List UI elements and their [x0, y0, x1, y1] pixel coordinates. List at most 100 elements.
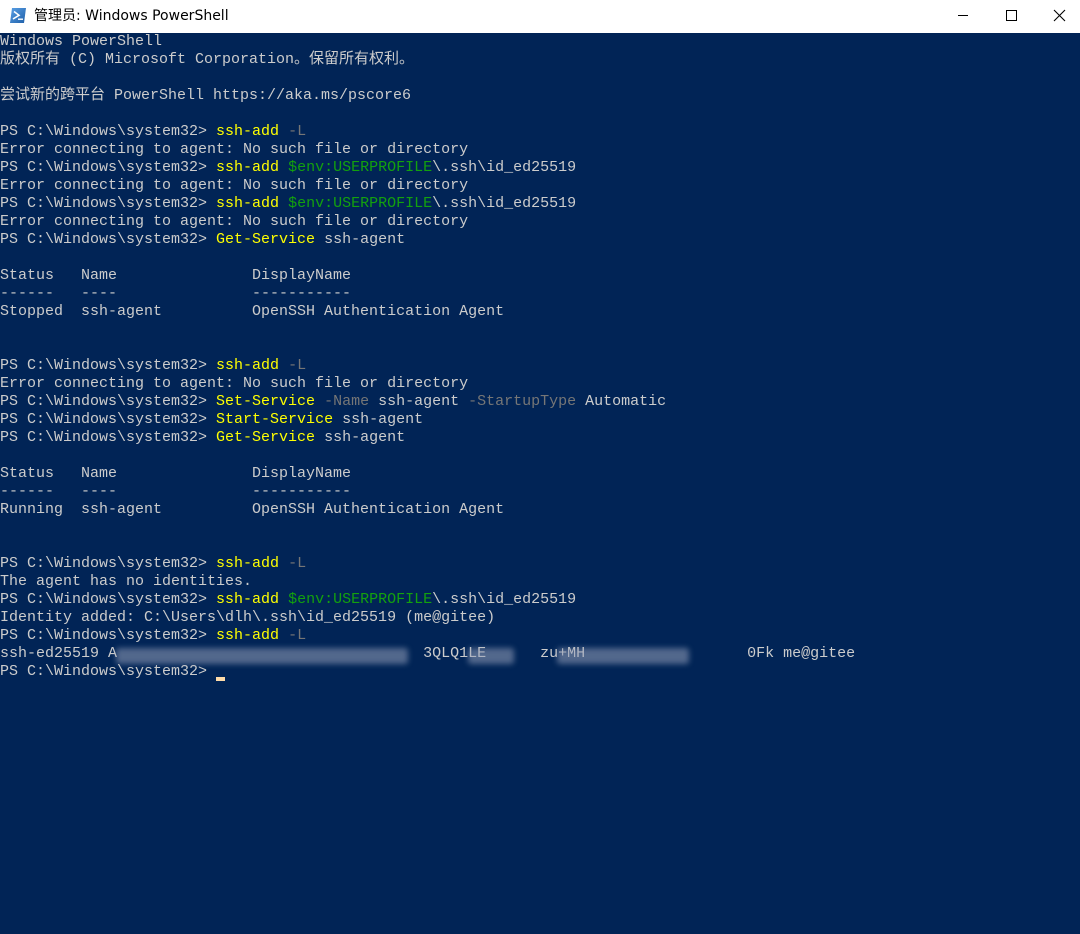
console-token-plain: The agent has no identities. [0, 573, 253, 590]
console-token-cmd: ssh-add [216, 591, 280, 608]
console-token-plain: PS C:\Windows\system32> [0, 627, 217, 644]
console-token-plain: PS C:\Windows\system32> [0, 411, 217, 428]
console-token-plain: PS C:\Windows\system32> [0, 663, 217, 680]
console-line: PS C:\Windows\system32> Set-Service -Nam… [0, 393, 855, 411]
console-line: Error connecting to agent: No such file … [0, 213, 855, 231]
console-token-plain: Status Name DisplayName [0, 465, 352, 482]
console-line: Status Name DisplayName [0, 465, 855, 483]
console-token-cmd: Set-Service [216, 393, 316, 410]
console-token-cmd: Get-Service [216, 231, 316, 248]
console-token-var: $env:USERPROFILE [288, 591, 433, 608]
console-line: PS C:\Windows\system32> Get-Service ssh-… [0, 231, 855, 249]
console-line: PS C:\Windows\system32> ssh-add -L [0, 555, 855, 573]
powershell-icon [10, 8, 26, 23]
console-token-param: -StartupType [468, 393, 577, 410]
console-line: Error connecting to agent: No such file … [0, 177, 855, 195]
console-token-param: -Name [324, 393, 370, 410]
text-cursor [216, 677, 225, 681]
minimize-button[interactable] [940, 0, 986, 31]
console-line: PS C:\Windows\system32> ssh-add $env:USE… [0, 591, 855, 609]
close-button[interactable] [1039, 0, 1080, 31]
console-token-plain [315, 393, 324, 410]
console-line: Running ssh-agent OpenSSH Authentication… [0, 501, 855, 519]
console-line: The agent has no identities. [0, 573, 855, 591]
close-icon [1053, 9, 1066, 22]
console-token-plain: ssh-agent [315, 231, 406, 248]
console-token-param: -L [288, 123, 307, 140]
console-token-plain: PS C:\Windows\system32> [0, 591, 217, 608]
powershell-window: 管理员: Windows PowerShell Windows PowerShe… [0, 0, 1080, 934]
maximize-button[interactable] [989, 0, 1035, 31]
console-line: PS C:\Windows\system32> ssh-add $env:USE… [0, 195, 855, 213]
redacted-key-segment [116, 648, 408, 664]
console-token-plain: Error connecting to agent: No such file … [0, 213, 469, 230]
console-token-plain [279, 627, 288, 644]
console-line: Windows PowerShell [0, 33, 855, 51]
console-token-cmd: ssh-add [216, 195, 280, 212]
console-token-plain: PS C:\Windows\system32> [0, 393, 217, 410]
console-token-plain: Running ssh-agent OpenSSH Authentication… [0, 501, 505, 518]
redacted-key-segment [468, 648, 514, 664]
console-token-cmd: ssh-add [216, 627, 280, 644]
console-line: PS C:\Windows\system32> [0, 663, 855, 681]
maximize-icon [1006, 10, 1017, 21]
console-line: ------ ---- ----------- [0, 285, 855, 303]
console-line: PS C:\Windows\system32> ssh-add -L [0, 123, 855, 141]
console-token-plain [279, 159, 288, 176]
console-line: Error connecting to agent: No such file … [0, 375, 855, 393]
console-line: PS C:\Windows\system32> ssh-add -L [0, 357, 855, 375]
console-token-plain [279, 357, 288, 374]
console-token-plain: PS C:\Windows\system32> [0, 123, 217, 140]
console-line: PS C:\Windows\system32> Get-Service ssh-… [0, 429, 855, 447]
console-token-plain: \.ssh\id_ed25519 [432, 591, 577, 608]
console-token-cmd: Get-Service [216, 429, 316, 446]
console-line: PS C:\Windows\system32> ssh-add $env:USE… [0, 159, 855, 177]
console-line: 版权所有 (C) Microsoft Corporation。保留所有权利。 [0, 51, 855, 69]
console-token-plain: ssh-agent [333, 411, 424, 428]
console-token-plain: Automatic [576, 393, 667, 410]
console-token-plain: PS C:\Windows\system32> [0, 555, 217, 572]
console-token-plain: ssh-agent [315, 429, 406, 446]
console-output: Windows PowerShell 版权所有 (C) Microsoft Cor… [0, 33, 855, 681]
console-line: Identity added: C:\Users\dlh\.ssh\id_ed2… [0, 609, 855, 627]
console-token-plain [279, 591, 288, 608]
console-area[interactable]: Windows PowerShell 版权所有 (C) Microsoft Cor… [0, 33, 1080, 934]
console-token-plain: Error connecting to agent: No such file … [0, 141, 469, 158]
console-line: Error connecting to agent: No such file … [0, 141, 855, 159]
console-line: 尝试新的跨平台 PowerShell https://aka.ms/pscore… [0, 87, 855, 105]
console-token-cmd: ssh-add [216, 123, 280, 140]
console-token-plain: Status Name DisplayName [0, 267, 352, 284]
console-token-plain: ------ ---- ----------- [0, 285, 352, 302]
console-token-plain: ssh-agent [369, 393, 469, 410]
console-token-cmd: ssh-add [216, 555, 280, 572]
console-token-plain [279, 123, 288, 140]
console-line: Status Name DisplayName [0, 267, 855, 285]
console-line: Stopped ssh-agent OpenSSH Authentication… [0, 303, 855, 321]
console-line: PS C:\Windows\system32> Start-Service ss… [0, 411, 855, 429]
console-token-plain: Error connecting to agent: No such file … [0, 177, 469, 194]
console-token-var: $env:USERPROFILE [288, 159, 433, 176]
console-token-param: -L [288, 555, 307, 572]
minimize-icon [958, 15, 968, 16]
console-token-plain: \.ssh\id_ed25519 [432, 159, 577, 176]
console-line: ------ ---- ----------- [0, 483, 855, 501]
console-line: PS C:\Windows\system32> ssh-add -L [0, 627, 855, 645]
title-bar[interactable]: 管理员: Windows PowerShell [0, 0, 1080, 33]
console-token-plain: PS C:\Windows\system32> [0, 357, 217, 374]
console-token-plain: PS C:\Windows\system32> [0, 231, 217, 248]
console-token-cmd: Start-Service [216, 411, 334, 428]
console-token-cmd: ssh-add [216, 357, 280, 374]
console-token-plain [279, 195, 288, 212]
console-token-plain: \.ssh\id_ed25519 [432, 195, 577, 212]
console-token-var: $env:USERPROFILE [288, 195, 433, 212]
console-token-cmd: ssh-add [216, 159, 280, 176]
console-token-plain: PS C:\Windows\system32> [0, 429, 217, 446]
